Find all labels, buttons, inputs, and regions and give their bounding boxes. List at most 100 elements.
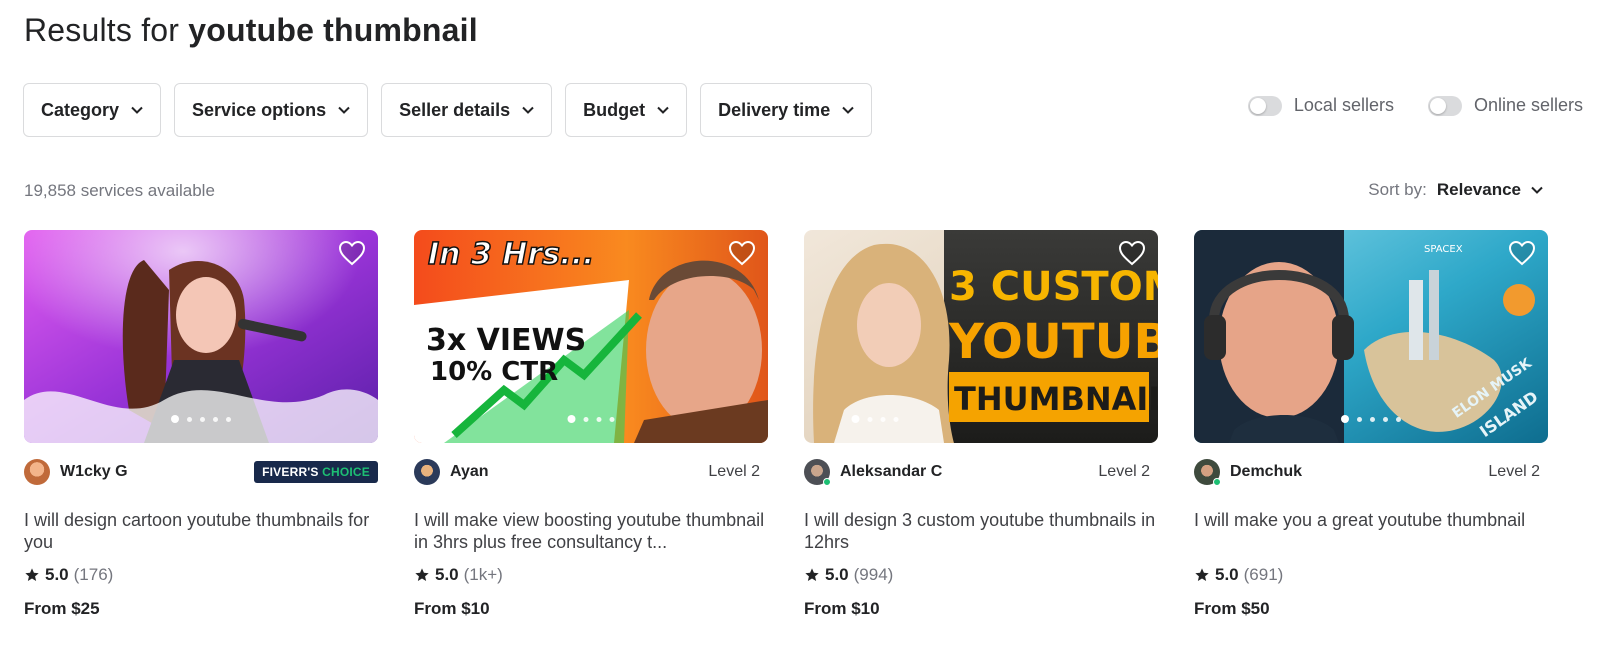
toggle-switch[interactable] <box>1247 95 1282 116</box>
carousel-dot[interactable] <box>567 415 576 423</box>
carousel-dots[interactable] <box>567 415 615 423</box>
search-query: youtube thumbnail <box>188 12 478 48</box>
carousel-dot[interactable] <box>867 416 873 422</box>
seller-row: Ayan Level 2 <box>414 459 768 485</box>
carousel-dots[interactable] <box>851 415 899 423</box>
carousel-dot[interactable] <box>1357 416 1362 422</box>
gig-thumbnail[interactable]: 3 CUSTOM YOUTUBE THUMBNAILS <box>804 230 1158 443</box>
heart-icon[interactable] <box>1508 240 1536 266</box>
sort-dropdown[interactable]: Relevance <box>1437 180 1543 200</box>
carousel-dot[interactable] <box>880 416 886 422</box>
gig-title[interactable]: I will make view boosting youtube thumbn… <box>414 509 768 553</box>
thumb-text: THUMBNAILS <box>954 380 1158 418</box>
badge-prefix: FIVERR'S <box>262 465 319 479</box>
carousel-dot[interactable] <box>187 416 192 422</box>
chevron-down-icon <box>338 106 350 114</box>
rating-score: 5.0 <box>1215 565 1239 584</box>
filter-category-button[interactable]: Category <box>23 83 162 137</box>
carousel-dot[interactable] <box>1396 416 1401 422</box>
seller-level: Level 2 <box>1488 463 1540 480</box>
chevron-down-icon <box>1531 186 1543 194</box>
gig-title[interactable]: I will design cartoon youtube thumbnails… <box>24 509 378 553</box>
seller-info: Demchuk <box>1194 459 1302 486</box>
gig-thumbnail[interactable]: SPACEX ELON MUSK ISLAND <box>1194 230 1548 443</box>
services-count: 19,858 services available <box>24 181 215 200</box>
online-sellers-toggle[interactable]: Online sellers <box>1427 95 1583 116</box>
carousel-dot[interactable] <box>1341 415 1349 423</box>
thumb-text: In 3 Hrs... <box>428 237 594 272</box>
online-indicator <box>1213 478 1221 486</box>
rating-score: 5.0 <box>45 565 69 584</box>
seller-name[interactable]: Aleksandar C <box>840 463 942 481</box>
carousel-dot[interactable] <box>213 416 218 422</box>
seller-level: Level 2 <box>708 463 760 480</box>
gig-title[interactable]: I will make you a great youtube thumbnai… <box>1194 509 1548 553</box>
review-count: (1k+) <box>463 565 503 584</box>
gig-title[interactable]: I will design 3 custom youtube thumbnail… <box>804 509 1158 553</box>
carousel-dot[interactable] <box>200 416 205 422</box>
gig-grid: W1cky G FIVERR'S CHOICE I will design ca… <box>24 230 1548 619</box>
review-count: (994) <box>853 565 894 584</box>
carousel-dot[interactable] <box>893 416 899 422</box>
carousel-dot[interactable] <box>851 415 860 423</box>
seller-level: Level 2 <box>1098 463 1150 480</box>
avatar[interactable] <box>24 459 50 485</box>
filter-seller-details-button[interactable]: Seller details <box>381 83 553 137</box>
seller-info: Aleksandar C <box>804 459 942 486</box>
heart-icon[interactable] <box>1118 240 1146 266</box>
avatar[interactable] <box>804 459 831 486</box>
chevron-down-icon <box>131 106 143 114</box>
thumb-text: 3 CUSTOM <box>949 264 1158 310</box>
carousel-dot[interactable] <box>1370 416 1375 422</box>
gig-thumbnail[interactable] <box>24 230 378 443</box>
filter-budget-button[interactable]: Budget <box>565 83 688 137</box>
gig-rating: 5.0 (176) <box>24 565 378 585</box>
star-icon <box>415 568 429 581</box>
carousel-dot[interactable] <box>226 416 231 422</box>
sort-value: Relevance <box>1436 180 1521 199</box>
carousel-dot[interactable] <box>1383 416 1388 422</box>
seller-row: Demchuk Level 2 <box>1194 459 1548 486</box>
filter-label: Delivery time <box>718 99 831 120</box>
local-sellers-toggle[interactable]: Local sellers <box>1247 95 1394 116</box>
gig-price: From $50 <box>1194 599 1270 618</box>
results-prefix: Results for <box>24 12 180 48</box>
seller-name[interactable]: Demchuk <box>1230 463 1302 481</box>
carousel-dot[interactable] <box>171 415 179 423</box>
star-icon <box>805 568 819 581</box>
carousel-dot[interactable] <box>596 416 602 422</box>
filter-service-options-button[interactable]: Service options <box>174 83 369 137</box>
carousel-dots[interactable] <box>1341 415 1401 423</box>
toggle-switch[interactable] <box>1427 95 1462 116</box>
filter-label: Seller details <box>399 99 511 120</box>
carousel-dots[interactable] <box>171 415 231 423</box>
heart-icon[interactable] <box>338 240 366 266</box>
avatar[interactable] <box>1194 459 1221 486</box>
sort-label: Sort by: <box>1368 180 1427 199</box>
gig-rating: 5.0 (691) <box>1194 565 1548 585</box>
rating-score: 5.0 <box>435 565 459 584</box>
avatar[interactable] <box>414 459 440 485</box>
sort-control: Sort by: Relevance <box>1368 180 1543 200</box>
filter-bar: Category Service options Seller details … <box>23 83 873 137</box>
toggle-label: Online sellers <box>1473 95 1583 115</box>
gig-card: SPACEX ELON MUSK ISLAND Demchuk Level 2 … <box>1194 230 1548 619</box>
gig-thumbnail[interactable]: In 3 Hrs... 3x VIEWS 10% CTR <box>414 230 768 443</box>
gig-price: From $10 <box>804 599 880 618</box>
thumb-text: 10% CTR <box>430 357 558 387</box>
carousel-dot[interactable] <box>609 416 615 422</box>
seller-name[interactable]: Ayan <box>450 463 489 481</box>
heart-icon[interactable] <box>728 240 756 266</box>
carousel-dot[interactable] <box>583 416 589 422</box>
gig-price: From $25 <box>24 599 100 618</box>
thumb-text: YOUTUBE <box>948 314 1158 370</box>
seller-name[interactable]: W1cky G <box>60 463 128 481</box>
filter-label: Category <box>41 99 120 120</box>
gig-card: W1cky G FIVERR'S CHOICE I will design ca… <box>24 230 378 619</box>
chevron-down-icon <box>842 106 854 114</box>
seller-toggles: Local sellers Online sellers <box>1247 95 1583 116</box>
seller-info: Ayan <box>414 459 489 485</box>
gig-rating: 5.0 (994) <box>804 565 1158 585</box>
review-count: (691) <box>1243 565 1284 584</box>
filter-delivery-time-button[interactable]: Delivery time <box>700 83 873 137</box>
